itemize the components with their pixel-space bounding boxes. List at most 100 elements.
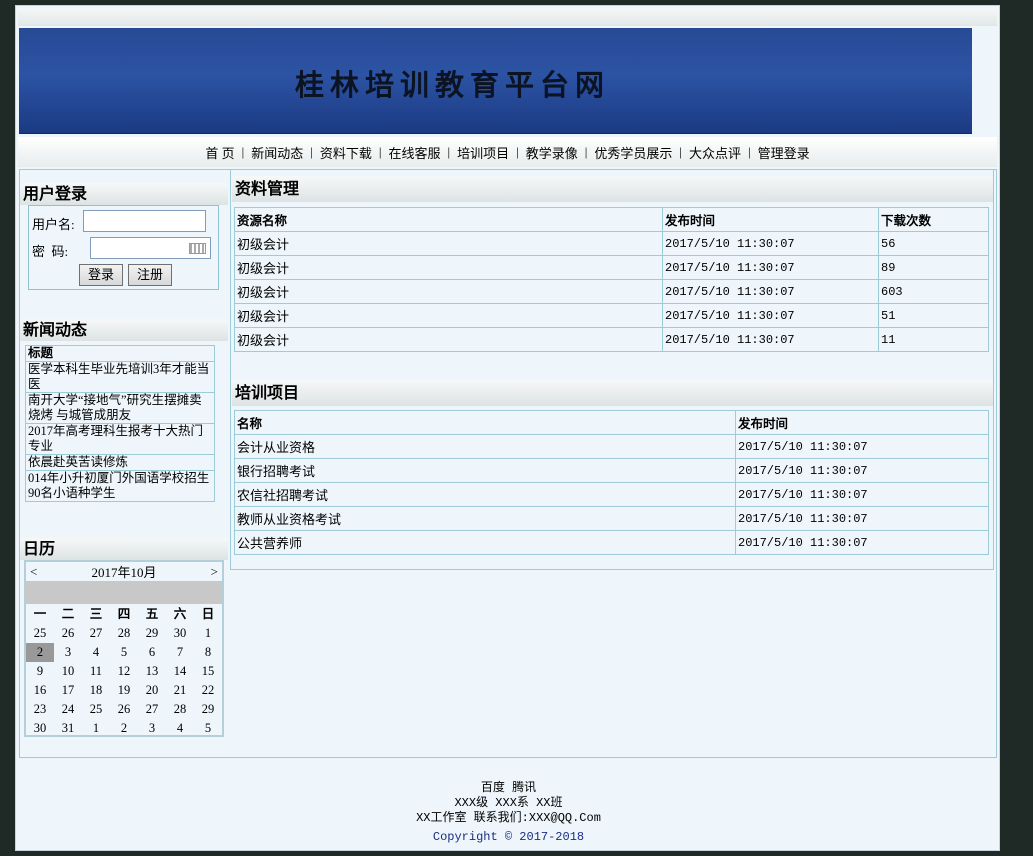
calendar-day[interactable]: 31 <box>54 719 82 738</box>
column-header: 下载次数 <box>878 207 989 232</box>
calendar-day[interactable]: 14 <box>166 662 194 681</box>
username-label: 用户名: <box>32 217 75 232</box>
news-item-link[interactable]: 南开大学“接地气”研究生摆摊卖烧烤 与城管成朋友 <box>25 392 215 424</box>
calendar-day[interactable]: 12 <box>110 662 138 681</box>
calendar-day[interactable]: 19 <box>110 681 138 700</box>
calendar-day[interactable]: 29 <box>138 624 166 643</box>
calendar-day[interactable]: 10 <box>54 662 82 681</box>
table-cell-name[interactable]: 初级会计 <box>234 231 663 256</box>
calendar-day-selected[interactable]: 2 <box>26 643 54 662</box>
prev-month-button[interactable]: < <box>30 564 37 580</box>
calendar-day[interactable]: 5 <box>110 643 138 662</box>
calendar-day[interactable]: 2 <box>110 719 138 738</box>
calendar-day[interactable]: 20 <box>138 681 166 700</box>
news-item-link[interactable]: 2017年高考理科生报考十大热门专业 <box>25 423 215 455</box>
calendar-day[interactable]: 1 <box>194 624 222 643</box>
calendar-day[interactable]: 8 <box>194 643 222 662</box>
calendar-day[interactable]: 4 <box>82 643 110 662</box>
calendar-day[interactable]: 1 <box>82 719 110 738</box>
calendar-day[interactable]: 27 <box>138 700 166 719</box>
register-button[interactable]: 注册 <box>128 264 173 286</box>
calendar-day[interactable]: 30 <box>26 719 54 738</box>
table-cell-name[interactable]: 银行招聘考试 <box>234 458 736 483</box>
calendar-weekday: 一 <box>33 607 47 621</box>
calendar-day[interactable]: 9 <box>26 662 54 681</box>
login-button[interactable]: 登录 <box>79 264 124 286</box>
calendar-day[interactable]: 6 <box>138 643 166 662</box>
footer-link-tencent[interactable]: 腾讯 <box>512 781 536 795</box>
table-row: 银行招聘考试 2017/5/10 11:30:07 <box>234 458 989 483</box>
calendar-day[interactable]: 5 <box>194 719 222 738</box>
nav-item[interactable]: 管理登录 <box>751 143 817 162</box>
calendar-day[interactable]: 13 <box>138 662 166 681</box>
footer-contact: XX工作室 联系我们:XXX@QQ.Com <box>416 811 601 825</box>
table-row: 初级会计 2017/5/10 11:30:07 11 <box>234 327 989 352</box>
nav-item[interactable]: 优秀学员展示 <box>587 143 679 162</box>
table-row: 初级会计 2017/5/10 11:30:07 89 <box>234 255 989 280</box>
table-cell-name[interactable]: 会计从业资格 <box>234 434 736 459</box>
nav-item[interactable]: 首 页 <box>198 143 241 162</box>
calendar-day[interactable]: 27 <box>82 624 110 643</box>
calendar-weekday: 日 <box>201 607 215 621</box>
table-cell-name[interactable]: 教师从业资格考试 <box>234 506 736 531</box>
table-cell: 2017/5/10 11:30:07 <box>662 255 879 280</box>
calendar-day[interactable]: 28 <box>110 624 138 643</box>
nav-item[interactable]: 资料下载 <box>313 143 379 162</box>
calendar-weekday: 三 <box>89 607 103 621</box>
next-month-button[interactable]: > <box>211 564 218 580</box>
news-item-link[interactable]: 医学本科生毕业先培训3年才能当医 <box>25 361 215 393</box>
calendar-day[interactable]: 11 <box>82 662 110 681</box>
table-header-row: 名称 发布时间 <box>234 410 989 435</box>
calendar-day[interactable]: 16 <box>26 681 54 700</box>
calendar-day[interactable]: 21 <box>166 681 194 700</box>
table-cell-name[interactable]: 初级会计 <box>234 303 663 328</box>
table-cell: 2017/5/10 11:30:07 <box>735 482 989 507</box>
calendar-weekday: 四 <box>117 607 131 621</box>
calendar-day[interactable]: 25 <box>26 624 54 643</box>
table-cell-name[interactable]: 初级会计 <box>234 255 663 280</box>
news-item-link[interactable]: 依晨赴英苦读修炼 <box>25 454 215 471</box>
table-cell-name[interactable]: 初级会计 <box>234 279 663 304</box>
table-cell-name[interactable]: 初级会计 <box>234 327 663 352</box>
nav-item[interactable]: 新闻动态 <box>244 143 310 162</box>
username-input[interactable] <box>83 210 206 232</box>
calendar-day[interactable]: 29 <box>194 700 222 719</box>
calendar-day[interactable]: 25 <box>82 700 110 719</box>
calendar-day[interactable]: 18 <box>82 681 110 700</box>
table-row: 公共营养师 2017/5/10 11:30:07 <box>234 530 989 555</box>
calendar-day[interactable]: 4 <box>166 719 194 738</box>
table-cell: 2017/5/10 11:30:07 <box>735 506 989 531</box>
footer-links: 百度 腾讯 <box>16 781 1001 796</box>
nav-item[interactable]: 培训项目 <box>450 143 516 162</box>
calendar-day[interactable]: 28 <box>166 700 194 719</box>
column-header: 发布时间 <box>735 410 989 435</box>
keyboard-icon[interactable] <box>189 243 206 254</box>
news-row: 医学本科生毕业先培训3年才能当医 <box>25 361 215 393</box>
news-row: 2017年高考理科生报考十大热门专业 <box>25 423 215 455</box>
table-cell-name[interactable]: 公共营养师 <box>234 530 736 555</box>
calendar-day[interactable]: 24 <box>54 700 82 719</box>
calendar-day[interactable]: 22 <box>194 681 222 700</box>
top-strip <box>18 8 997 26</box>
news-item-link[interactable]: 014年小升初厦门外国语学校招生90名小语种学生 <box>25 470 215 502</box>
calendar-day[interactable]: 17 <box>54 681 82 700</box>
nav-item[interactable]: 教学录像 <box>519 143 585 162</box>
table-cell: 2017/5/10 11:30:07 <box>735 434 989 459</box>
table-header-row: 资源名称 发布时间 下载次数 <box>234 207 989 232</box>
calendar-day[interactable]: 15 <box>194 662 222 681</box>
calendar-day[interactable]: 7 <box>166 643 194 662</box>
calendar-day[interactable]: 3 <box>54 643 82 662</box>
calendar-day[interactable]: 3 <box>138 719 166 738</box>
table-cell: 603 <box>878 279 989 304</box>
calendar-day[interactable]: 26 <box>54 624 82 643</box>
calendar-day[interactable]: 23 <box>26 700 54 719</box>
nav-item[interactable]: 大众点评 <box>682 143 748 162</box>
nav-item[interactable]: 在线客服 <box>381 143 447 162</box>
table-row: 初级会计 2017/5/10 11:30:07 51 <box>234 303 989 328</box>
calendar-day[interactable]: 30 <box>166 624 194 643</box>
footer-link-baidu[interactable]: 百度 <box>481 781 505 795</box>
password-input[interactable] <box>90 237 211 259</box>
calendar-day[interactable]: 26 <box>110 700 138 719</box>
table-cell-name[interactable]: 农信社招聘考试 <box>234 482 736 507</box>
news-title: 新闻动态 <box>20 319 228 341</box>
